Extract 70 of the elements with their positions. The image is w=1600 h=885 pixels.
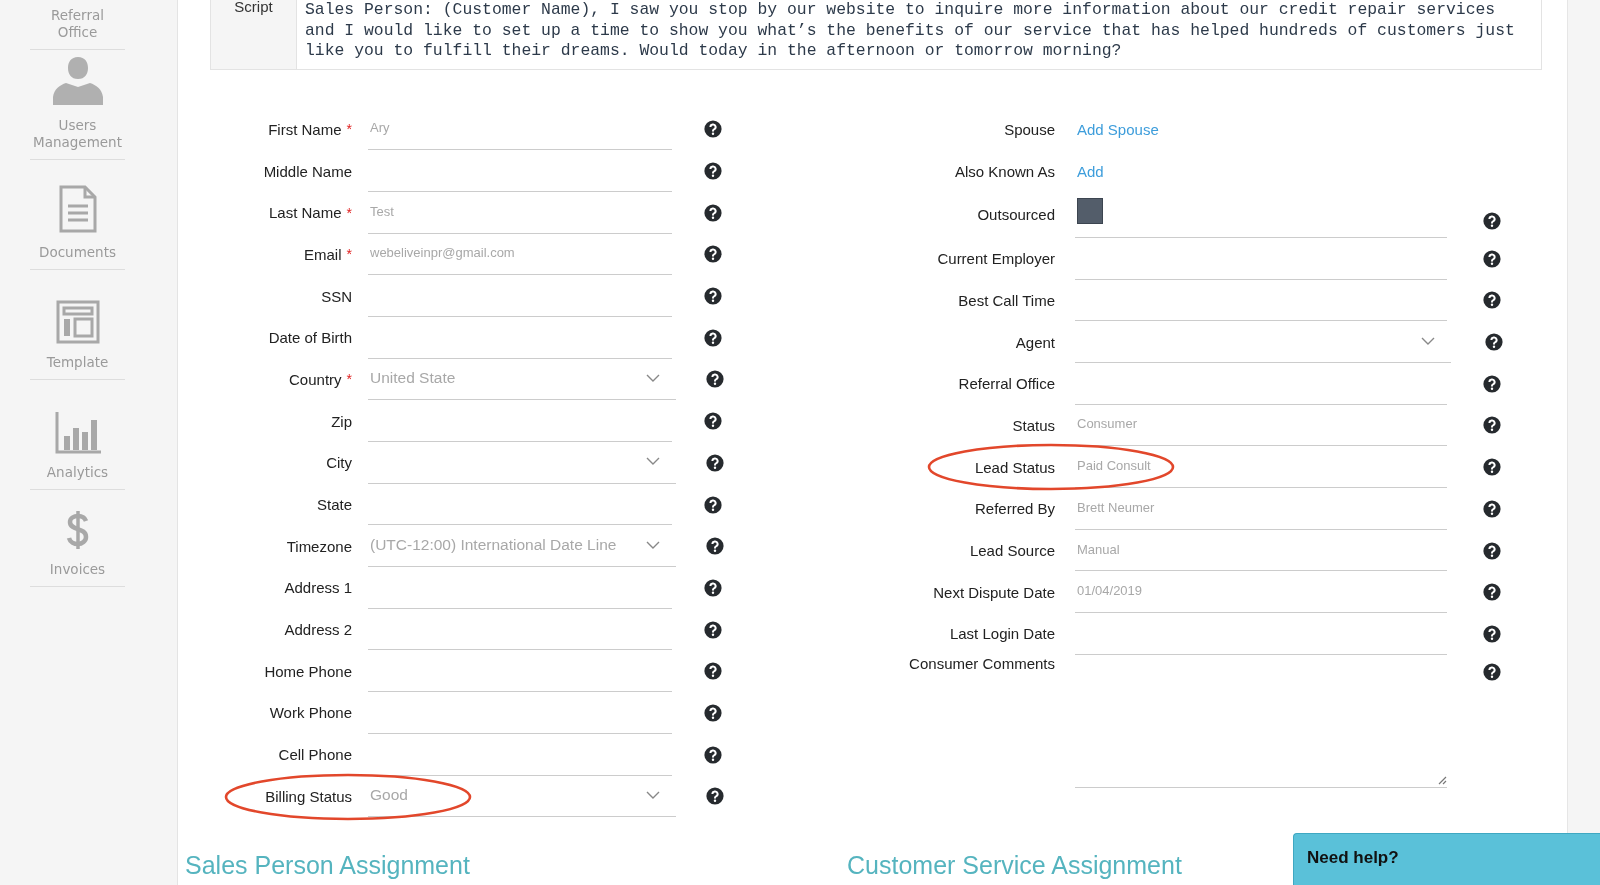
field-label: SSN bbox=[321, 287, 352, 305]
required-mark: * bbox=[346, 371, 352, 388]
help-chat-button[interactable]: Need help? bbox=[1293, 833, 1600, 885]
field-label: Lead Status bbox=[974, 458, 1055, 476]
input-field[interactable]: Brett Neumer bbox=[1075, 488, 1447, 530]
field-label: Work Phone bbox=[269, 704, 352, 722]
required-mark: * bbox=[346, 121, 352, 138]
section-heading: Sales Person Assignment bbox=[185, 850, 470, 882]
field-label: Also Known As bbox=[954, 162, 1055, 180]
add-link[interactable]: Add Spouse bbox=[1075, 120, 1159, 138]
field-label: Last Login Date bbox=[949, 625, 1055, 643]
input-field[interactable]: Paid Consult bbox=[1075, 446, 1447, 488]
document-icon bbox=[57, 184, 98, 234]
checkbox[interactable] bbox=[1077, 197, 1103, 224]
sidebar-item[interactable]: Users Management bbox=[30, 117, 125, 151]
field-label: Billing Status bbox=[265, 787, 352, 805]
field-label: Address 1 bbox=[284, 579, 352, 597]
field-label: Address 2 bbox=[284, 621, 352, 639]
input-field[interactable]: Test bbox=[368, 191, 672, 234]
field-label: Spouse bbox=[1004, 120, 1055, 138]
section-heading: Customer Service Assignment bbox=[847, 850, 1182, 882]
field-label: Last Name bbox=[269, 204, 342, 222]
field-label: City bbox=[326, 454, 352, 472]
chevron-down-icon bbox=[646, 457, 660, 466]
sidebar-item[interactable]: Analytics bbox=[46, 464, 109, 481]
script-text: Sales Person: (Customer Name), I saw you stop by our website to inquire more information about our credit repair services and I would like to set up a time to show you what’s the benefits of our service that has helped hundreds of customers just like you to fulfill their dreams. Would today in the afternoon or tomorrow morning? bbox=[304, 0, 1516, 62]
required-mark: * bbox=[346, 246, 352, 263]
field-label: State bbox=[316, 496, 352, 514]
select-field[interactable]: Good bbox=[368, 775, 676, 818]
field-label: Country bbox=[289, 370, 342, 388]
input-field[interactable]: Ary bbox=[368, 108, 672, 151]
resize-grip-icon bbox=[1437, 774, 1447, 785]
sidebar-item[interactable]: Referral Office bbox=[30, 7, 125, 41]
required-mark: * bbox=[346, 204, 352, 221]
sidebar-item[interactable]: Template bbox=[46, 354, 109, 371]
field-label: Lead Source bbox=[969, 542, 1055, 560]
field-label: Current Employer bbox=[937, 250, 1055, 268]
field-label: Middle Name bbox=[263, 162, 352, 180]
input-field[interactable]: webeliveinpr@gmail.com bbox=[368, 233, 672, 276]
field-label: Home Phone bbox=[264, 662, 352, 680]
script-label: Script bbox=[234, 0, 273, 15]
field-label: Consumer Comments bbox=[909, 654, 1055, 672]
chevron-down-icon bbox=[646, 540, 660, 549]
select-field[interactable]: (UTC-12:00) International Date Line bbox=[368, 525, 676, 568]
field-label: Next Dispute Date bbox=[933, 583, 1055, 601]
field-label: Cell Phone bbox=[278, 746, 352, 764]
field-label: Date of Birth bbox=[268, 329, 352, 347]
field-label: Outsourced bbox=[977, 206, 1055, 224]
bar-chart-icon bbox=[54, 412, 101, 454]
field-label: Email bbox=[304, 245, 342, 263]
chevron-down-icon bbox=[646, 790, 660, 799]
sidebar-item[interactable]: Invoices bbox=[49, 561, 106, 578]
sidebar-item[interactable]: Documents bbox=[39, 244, 116, 261]
template-icon bbox=[55, 300, 100, 344]
dollar-icon bbox=[64, 509, 91, 551]
field-label: Timezone bbox=[286, 537, 352, 555]
input-field[interactable]: Manual bbox=[1075, 529, 1447, 572]
field-label: Best Call Time bbox=[958, 291, 1055, 309]
chevron-down-icon bbox=[646, 373, 660, 382]
field-label: Referred By bbox=[974, 500, 1055, 518]
field-label: Zip bbox=[331, 412, 352, 430]
input-field[interactable]: Consumer bbox=[1075, 404, 1447, 447]
field-label: Status bbox=[1012, 416, 1055, 434]
input-field[interactable]: 01/04/2019 bbox=[1075, 571, 1447, 614]
select-field[interactable]: United State bbox=[368, 358, 676, 401]
chevron-down-icon bbox=[1421, 336, 1435, 345]
add-link[interactable]: Add bbox=[1075, 162, 1104, 180]
field-label: Referral Office bbox=[958, 375, 1055, 393]
field-label: Agent bbox=[1015, 333, 1055, 351]
field-label: First Name bbox=[268, 120, 342, 138]
